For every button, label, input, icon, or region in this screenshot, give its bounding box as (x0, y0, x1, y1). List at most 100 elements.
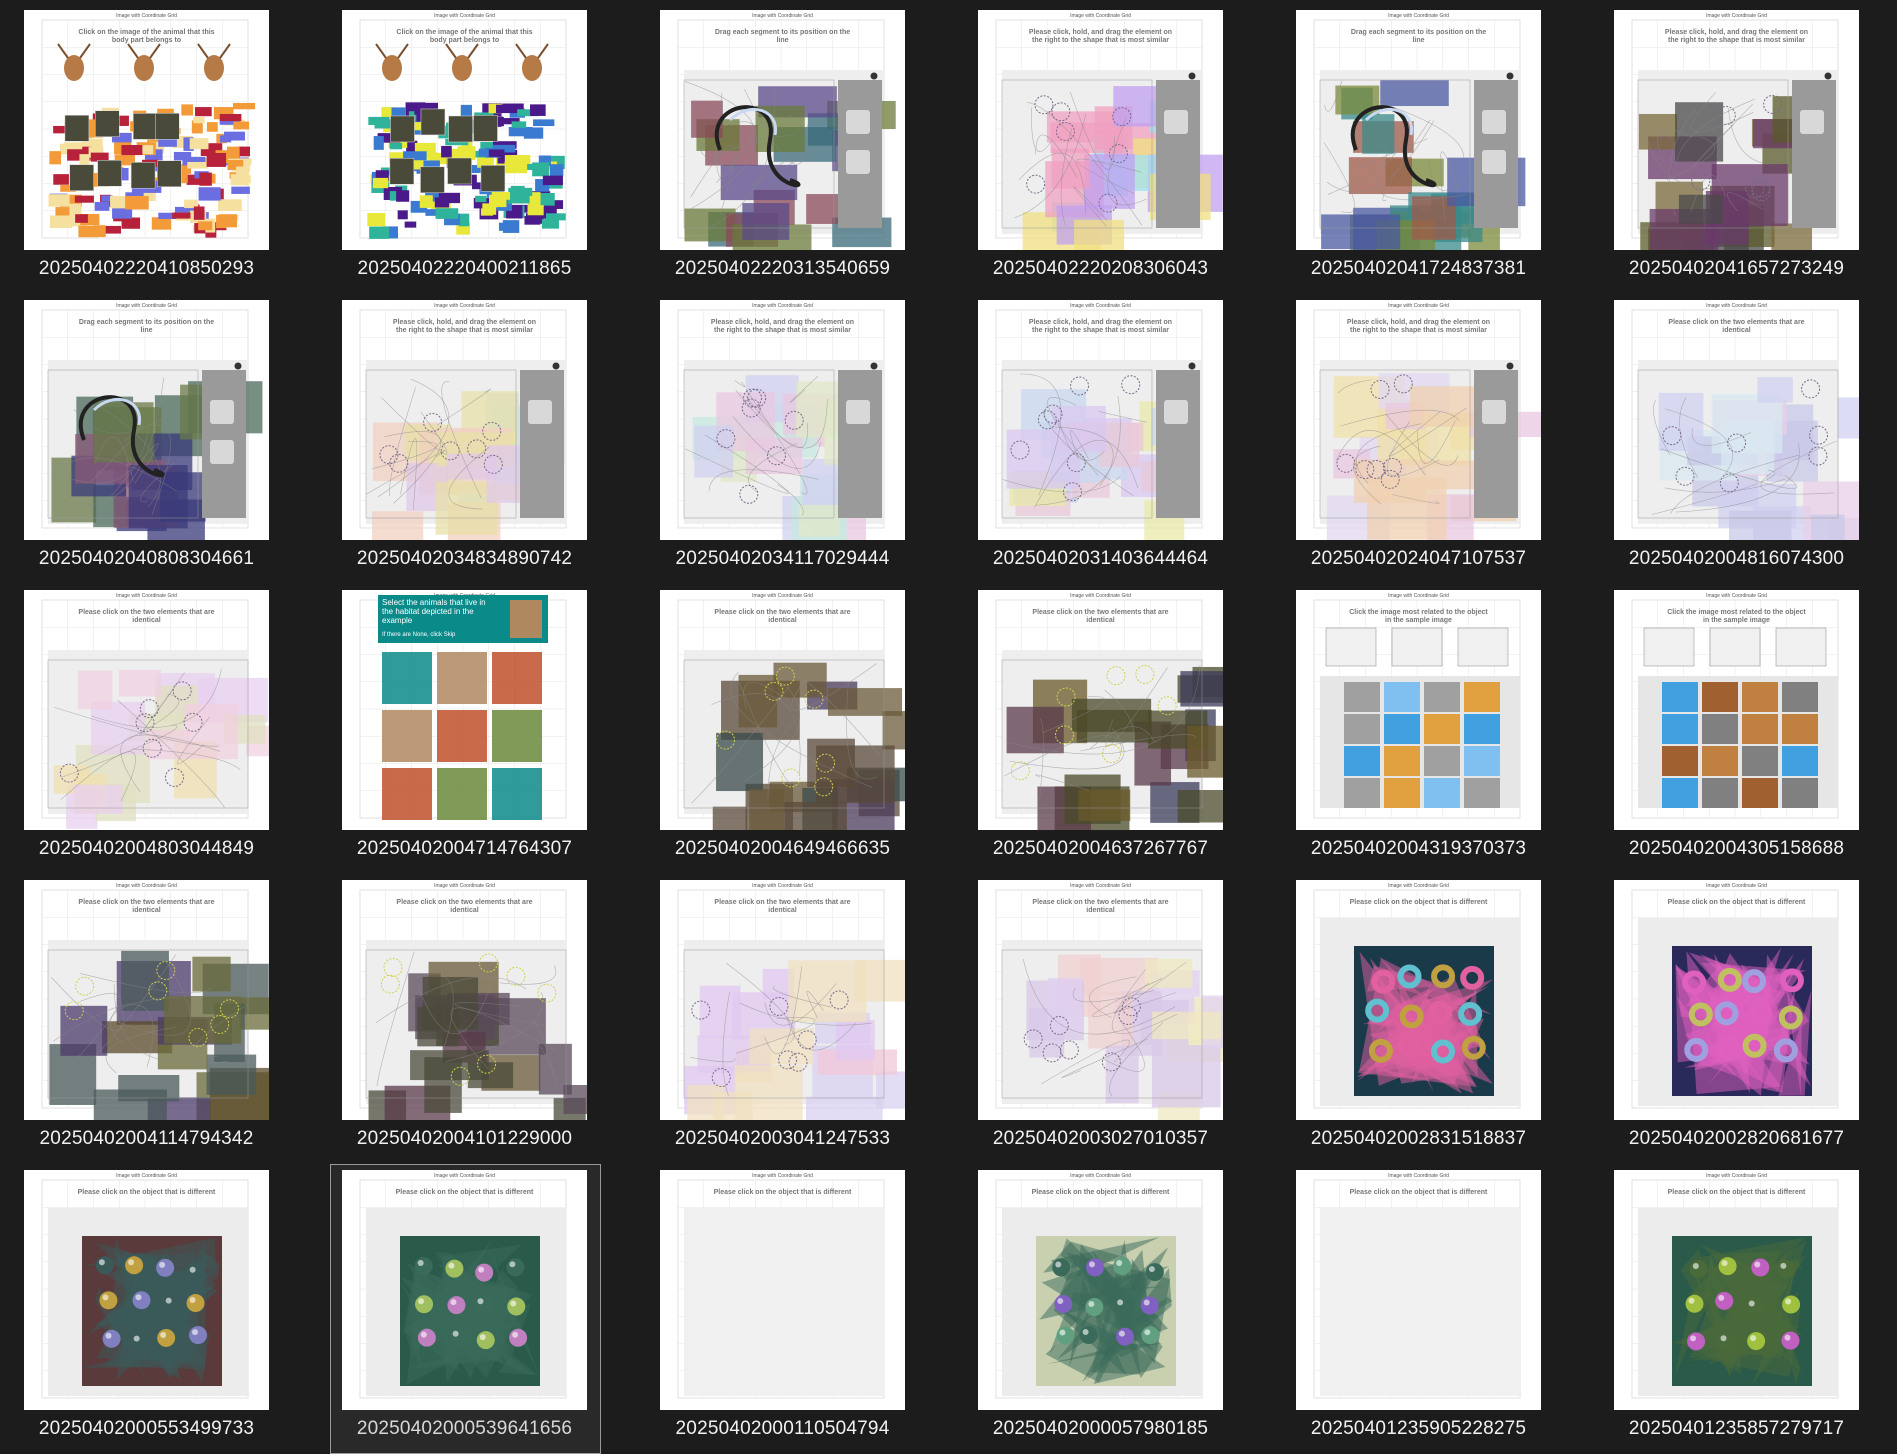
thumbnail-image[interactable]: Image with Coordinate Grid Click the imag… (1614, 590, 1859, 830)
file-tile-22[interactable]: Image with Coordinate Grid Please click o… (1296, 880, 1541, 1150)
file-tile-16[interactable]: Image with Coordinate Grid Click the imag… (1296, 590, 1541, 860)
captcha-instruction: Please click on the object that is diffe… (396, 1189, 534, 1196)
file-name-label: 20250402000057980185 (992, 1418, 1209, 1439)
grid-header-text: Image with Coordinate Grid (752, 593, 813, 599)
captcha-preview: Image with Coordinate GridClick the imag… (1631, 593, 1839, 819)
thumbnail-image[interactable]: Image with Coordinate GridSelect the ani… (342, 590, 587, 830)
habitat-option-cell (437, 652, 487, 704)
file-tile-15[interactable]: Image with Coordinate Grid Please click o… (978, 590, 1223, 860)
file-tile-12[interactable]: Image with Coordinate Grid Please click o… (24, 590, 269, 860)
captcha-preview: Image with Coordinate GridPlease click o… (677, 593, 905, 830)
thumbnail-image[interactable]: Image with Coordinate Grid Drag each segm… (660, 10, 905, 250)
file-name-label: 20250402004816074300 (1628, 548, 1845, 569)
file-tile-20[interactable]: Image with Coordinate Grid Please click o… (660, 880, 905, 1150)
thumbnail-image[interactable]: Image with Coordinate Grid Please click o… (1296, 880, 1541, 1120)
captcha-instruction: Please click on the object that is diffe… (1350, 1189, 1488, 1196)
file-tile-1[interactable]: Image with Coordinate Grid Click on the i… (342, 10, 587, 280)
file-tile-28[interactable]: Image with Coordinate Grid Please click o… (1296, 1170, 1541, 1440)
thumbnail-image[interactable]: Image with Coordinate Grid Please click, … (1614, 10, 1859, 250)
file-tile-5[interactable]: Image with Coordinate Grid Please click, … (1614, 10, 1859, 280)
grid-header-text: Image with Coordinate Grid (1070, 13, 1131, 19)
captcha-preview: Image with Coordinate GridPlease click o… (1631, 1173, 1839, 1399)
file-tile-6[interactable]: Image with Coordinate Grid Drag each segm… (24, 300, 269, 570)
thumbnail-image[interactable]: Image with Coordinate Grid Please click o… (24, 880, 269, 1120)
thumbnail-image[interactable]: Image with Coordinate Grid Drag each segm… (1296, 10, 1541, 250)
file-tile-4[interactable]: Image with Coordinate Grid Drag each segm… (1296, 10, 1541, 280)
thumbnail-image[interactable]: Image with Coordinate Grid Please click o… (978, 590, 1223, 830)
captcha-preview: Image with Coordinate GridClick on the i… (41, 13, 256, 239)
file-tile-0[interactable]: Image with Coordinate Grid Click on the i… (24, 10, 269, 280)
grid-header-text: Image with Coordinate Grid (1706, 1173, 1767, 1179)
thumbnail-image[interactable]: Image with Coordinate Grid Please click o… (24, 1170, 269, 1410)
grid-header-text: Image with Coordinate Grid (1070, 593, 1131, 599)
thumbnail-image[interactable]: Image with Coordinate Grid Please click o… (660, 880, 905, 1120)
thumbnail-image[interactable]: Image with Coordinate Grid Click the imag… (1296, 590, 1541, 830)
thumbnail-image[interactable]: Image with Coordinate Grid Drag each segm… (24, 300, 269, 540)
captcha-preview: Image with Coordinate GridPlease click o… (41, 883, 269, 1120)
file-tile-13[interactable]: Image with Coordinate GridSelect the ani… (342, 590, 587, 860)
file-tile-19[interactable]: Image with Coordinate Grid Please click o… (342, 880, 587, 1150)
captcha-preview: Image with Coordinate Grid Please click, … (995, 303, 1203, 540)
file-tile-3[interactable]: Image with Coordinate Grid Please click, … (978, 10, 1223, 280)
file-tile-2[interactable]: Image with Coordinate Grid Drag each segm… (660, 10, 905, 280)
thumbnail-image[interactable]: Image with Coordinate Grid Please click, … (660, 300, 905, 540)
grid-header-text: Image with Coordinate Grid (434, 883, 495, 889)
file-tile-24[interactable]: Image with Coordinate Grid Please click o… (24, 1170, 269, 1440)
captcha-preview: Image with Coordinate Grid Please click, … (995, 13, 1223, 250)
file-name-label: 20250402002831518837 (1310, 1128, 1527, 1149)
thumbnail-image[interactable]: Image with Coordinate Grid Please click o… (660, 590, 905, 830)
file-tile-11[interactable]: Image with Coordinate Grid Please click o… (1614, 300, 1859, 570)
file-tile-27[interactable]: Image with Coordinate Grid Please click o… (978, 1170, 1223, 1440)
thumbnail-image[interactable]: Image with Coordinate Grid Please click, … (342, 300, 587, 540)
thumbnail-image[interactable]: Image with Coordinate Grid Click on the i… (24, 10, 269, 250)
captcha-preview: Image with Coordinate GridPlease click o… (995, 883, 1223, 1120)
file-tile-9[interactable]: Image with Coordinate Grid Please click, … (978, 300, 1223, 570)
file-tile-18[interactable]: Image with Coordinate Grid Please click o… (24, 880, 269, 1150)
file-tile-25[interactable]: Image with Coordinate Grid Please click o… (330, 1164, 601, 1454)
file-name-label: 20250402220313540659 (674, 258, 891, 279)
file-name-label: 20250402003041247533 (674, 1128, 891, 1149)
svg-text:the habitat depicted in the: the habitat depicted in the (382, 607, 474, 616)
thumbnail-image[interactable]: Image with Coordinate Grid Please click, … (978, 300, 1223, 540)
svg-text:example: example (382, 616, 413, 625)
captcha-instruction: Please click, hold, and drag the element… (393, 319, 536, 334)
captcha-instruction: Please click on the object that is diffe… (78, 1189, 216, 1196)
file-tile-17[interactable]: Image with Coordinate Grid Click the imag… (1614, 590, 1859, 860)
grid-header-text: Image with Coordinate Grid (116, 13, 177, 19)
thumbnail-image[interactable]: Image with Coordinate Grid Please click, … (1296, 300, 1541, 540)
captcha-preview: Image with Coordinate GridPlease click o… (41, 1173, 249, 1399)
grid-header-text: Image with Coordinate Grid (1388, 1173, 1449, 1179)
captcha-preview: Image with Coordinate GridPlease click o… (41, 593, 269, 829)
captcha-preview: Image with Coordinate GridPlease click o… (359, 1173, 567, 1399)
file-tile-10[interactable]: Image with Coordinate Grid Please click, … (1296, 300, 1541, 570)
file-tile-29[interactable]: Image with Coordinate Grid Please click o… (1614, 1170, 1859, 1440)
file-tile-23[interactable]: Image with Coordinate Grid Please click o… (1614, 880, 1859, 1150)
file-tile-21[interactable]: Image with Coordinate Grid Please click o… (978, 880, 1223, 1150)
thumbnail-image[interactable]: Image with Coordinate Grid Please click, … (978, 10, 1223, 250)
thumbnail-image[interactable]: Image with Coordinate Grid Please click o… (342, 1170, 587, 1410)
thumbnail-image[interactable]: Image with Coordinate Grid Please click o… (978, 1170, 1223, 1410)
captcha-instruction: Please click, hold, and drag the element… (1029, 319, 1172, 334)
thumbnail-image[interactable]: Image with Coordinate Grid Please click o… (342, 880, 587, 1120)
file-name-label: 20250402220400211865 (357, 258, 572, 279)
grid-header-text: Image with Coordinate Grid (1070, 303, 1131, 309)
thumbnail-image[interactable]: Image with Coordinate Grid Please click o… (1614, 300, 1859, 540)
file-tile-8[interactable]: Image with Coordinate Grid Please click, … (660, 300, 905, 570)
file-tile-26[interactable]: Image with Coordinate Grid Please click o… (660, 1170, 905, 1440)
file-tile-14[interactable]: Image with Coordinate Grid Please click o… (660, 590, 905, 860)
thumbnail-image[interactable]: Image with Coordinate Grid Please click o… (24, 590, 269, 830)
file-name-label: 20250402220410850293 (38, 258, 255, 279)
grid-header-text: Image with Coordinate Grid (116, 303, 177, 309)
file-tile-7[interactable]: Image with Coordinate Grid Please click, … (342, 300, 587, 570)
thumbnail-image[interactable]: Image with Coordinate Grid Please click o… (978, 880, 1223, 1120)
thumbnail-image[interactable]: Image with Coordinate Grid Please click o… (1614, 880, 1859, 1120)
thumbnail-image[interactable]: Image with Coordinate Grid Click on the i… (342, 10, 587, 250)
grid-header-text: Image with Coordinate Grid (1706, 303, 1767, 309)
file-name-label: 20250402004305158688 (1628, 838, 1845, 859)
thumbnail-image[interactable]: Image with Coordinate Grid Please click o… (1296, 1170, 1541, 1410)
file-name-label: 20250402034834890742 (356, 548, 573, 569)
thumbnail-image[interactable]: Image with Coordinate Grid Please click o… (1614, 1170, 1859, 1410)
captcha-preview: Image with Coordinate Grid Please click, … (677, 303, 885, 540)
thumbnail-image[interactable]: Image with Coordinate Grid Please click o… (660, 1170, 905, 1410)
grid-header-text: Image with Coordinate Grid (116, 593, 177, 599)
